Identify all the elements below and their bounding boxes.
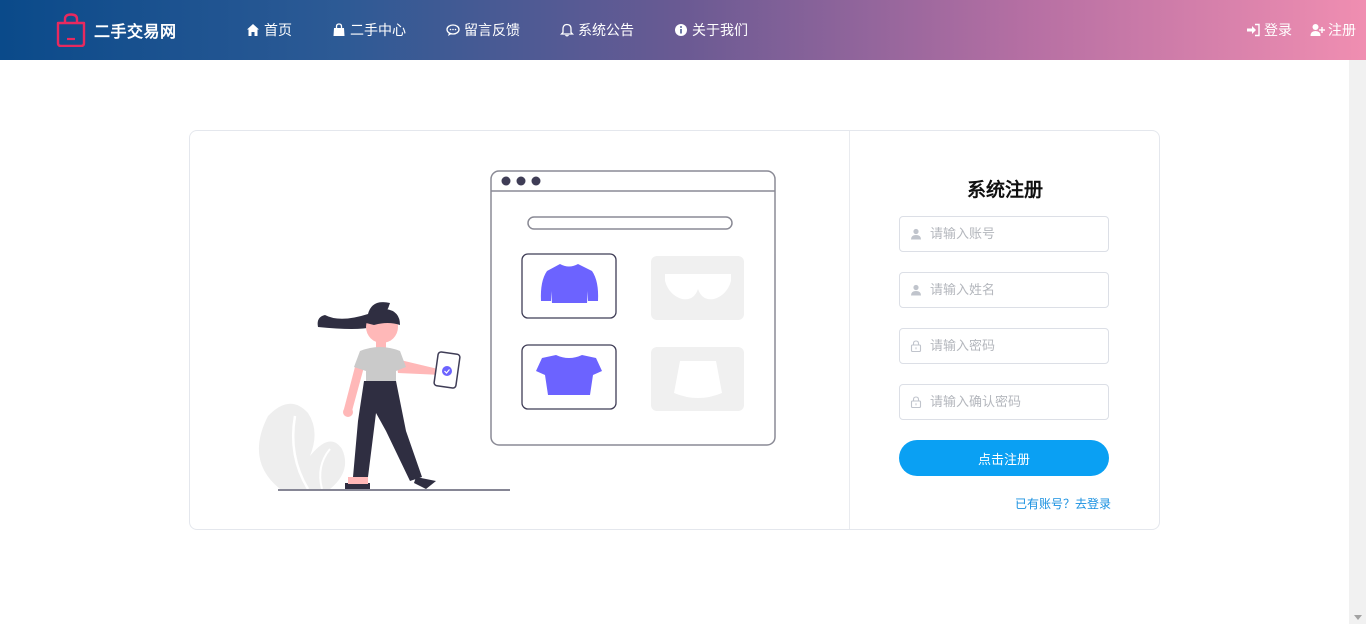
nav-label: 关于我们 [692, 23, 748, 39]
lock-icon [910, 396, 922, 408]
sign-in-icon [1247, 23, 1260, 37]
nav-item-announcement[interactable]: 系统公告 [560, 20, 634, 40]
user-plus-icon [1310, 24, 1325, 36]
online-shopping-illustration [258, 170, 776, 491]
nav-label: 二手中心 [350, 23, 406, 39]
nav-item-home[interactable]: 首页 [246, 20, 292, 40]
name-field[interactable] [899, 272, 1109, 308]
plant-decoration [258, 403, 346, 490]
name-input[interactable] [930, 282, 1100, 298]
form-title: 系统注册 [966, 179, 1043, 201]
bell-icon [560, 23, 574, 37]
go-login-link[interactable]: 已有账号？去登录 [1015, 495, 1111, 512]
scroll-down-arrow-icon[interactable] [1354, 615, 1362, 620]
nav-label: 首页 [264, 23, 292, 39]
main-nav: 首页 二手中心 留言反馈 系统公告 关于我们 [246, 0, 788, 60]
brand-name: 二手交易网 [94, 22, 177, 41]
login-label: 登录 [1264, 23, 1292, 39]
nav-item-about[interactable]: 关于我们 [674, 20, 748, 40]
info-icon [675, 24, 687, 36]
shopping-bag-logo-icon [56, 13, 86, 47]
user-icon [911, 228, 921, 240]
register-label: 注册 [1328, 23, 1356, 39]
nav-item-market[interactable]: 二手中心 [332, 20, 406, 40]
register-card: 系统注册 点击注册 已有账号？去登录 [189, 130, 1160, 530]
home-icon [247, 24, 259, 36]
top-navbar: 二手交易网 首页 二手中心 留言反馈 系统公告 关于我们 登录 注册 [0, 0, 1366, 60]
account-field[interactable] [899, 216, 1109, 252]
nav-item-feedback[interactable]: 留言反馈 [446, 20, 520, 40]
login-link-header[interactable]: 登录 [1246, 20, 1292, 40]
page-scrollbar[interactable] [1349, 60, 1366, 624]
confirm-password-field[interactable] [899, 384, 1109, 420]
brand[interactable]: 二手交易网 [56, 12, 177, 48]
comment-icon [446, 24, 460, 36]
password-input[interactable] [930, 338, 1100, 354]
lock-icon [910, 340, 922, 352]
register-link-header[interactable]: 注册 [1310, 20, 1356, 40]
auth-links: 登录 注册 [1228, 0, 1356, 60]
shopping-bag-icon [333, 23, 345, 36]
nav-label: 系统公告 [578, 23, 634, 39]
user-icon [911, 284, 921, 296]
register-button[interactable]: 点击注册 [899, 440, 1109, 476]
register-form: 系统注册 点击注册 已有账号？去登录 [850, 131, 1159, 529]
password-field[interactable] [899, 328, 1109, 364]
browser-window [490, 170, 776, 446]
confirm-password-input[interactable] [930, 394, 1100, 410]
nav-label: 留言反馈 [464, 23, 520, 39]
account-input[interactable] [930, 226, 1100, 242]
